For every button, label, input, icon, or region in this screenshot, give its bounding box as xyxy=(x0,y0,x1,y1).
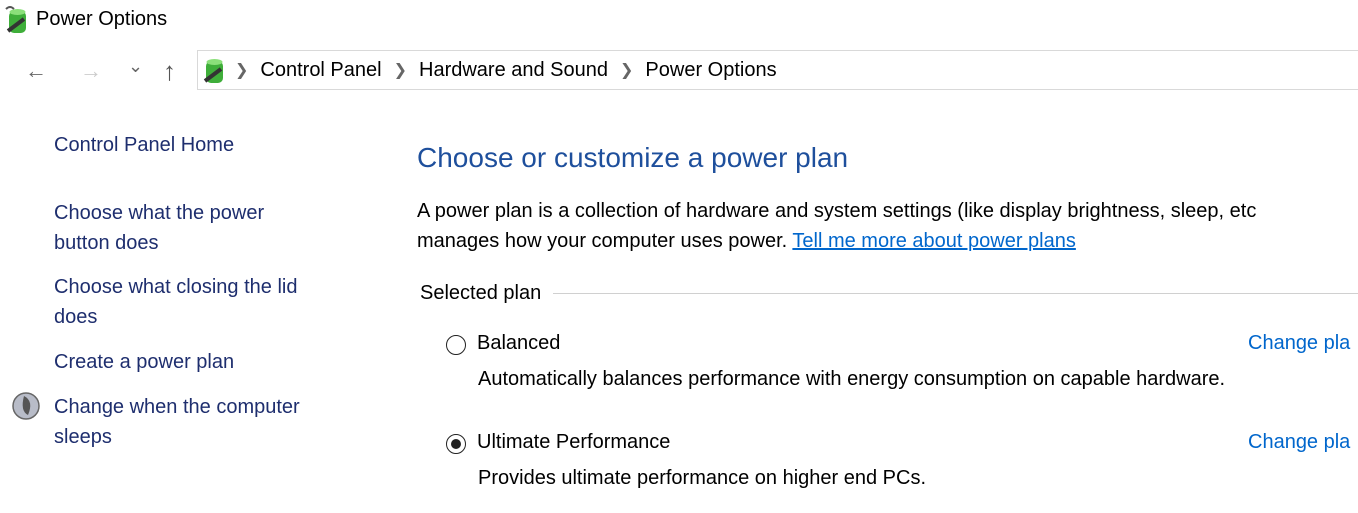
sidebar-change-sleep[interactable]: Change when the computer sleeps xyxy=(54,392,300,452)
up-button[interactable]: ↑ xyxy=(163,56,176,87)
breadcrumb-hardware-and-sound[interactable]: Hardware and Sound xyxy=(419,59,608,82)
sidebar-closing-lid[interactable]: Choose what closing the lid does xyxy=(54,272,297,332)
power-options-icon xyxy=(203,59,223,83)
chevron-right-icon: ❯ xyxy=(393,62,407,79)
back-button[interactable]: ← xyxy=(25,58,47,84)
link-line: Change when the computer xyxy=(54,396,300,418)
breadcrumb-power-options[interactable]: Power Options xyxy=(645,59,776,82)
change-plan-settings-ultimate[interactable]: Change pla xyxy=(1248,431,1350,454)
link-line: button does xyxy=(54,232,159,254)
recent-locations-button[interactable]: ⌄ xyxy=(128,56,143,77)
radio-balanced[interactable] xyxy=(446,335,466,355)
change-plan-settings-balanced[interactable]: Change pla xyxy=(1248,332,1350,355)
selected-plan-group: Selected plan xyxy=(420,282,1358,305)
description-line: A power plan is a collection of hardware… xyxy=(417,200,1257,222)
plan-name-balanced[interactable]: Balanced xyxy=(477,332,560,355)
page-title: Choose or customize a power plan xyxy=(417,142,849,173)
link-line: does xyxy=(54,306,98,328)
radio-ultimate-performance[interactable] xyxy=(446,434,466,454)
sidebar-power-button[interactable]: Choose what the power button does xyxy=(54,198,264,258)
plan-name-ultimate-performance[interactable]: Ultimate Performance xyxy=(477,431,670,454)
sidebar-control-panel-home[interactable]: Control Panel Home xyxy=(54,130,234,160)
window-title: Power Options xyxy=(36,8,168,30)
sidebar-create-plan[interactable]: Create a power plan xyxy=(54,347,234,377)
link-line: sleeps xyxy=(54,426,112,448)
group-label: Selected plan xyxy=(420,282,542,304)
description-line: manages how your computer uses power. xyxy=(417,230,793,252)
link-line: Choose what the power xyxy=(54,202,265,224)
plan-description: Automatically balances performance with … xyxy=(478,368,1226,390)
chevron-right-icon: ❯ xyxy=(620,62,634,79)
power-options-icon xyxy=(5,6,26,33)
address-bar[interactable]: ❯ Control Panel ❯ Hardware and Sound ❯ P… xyxy=(197,50,1358,90)
chevron-right-icon: ❯ xyxy=(235,62,249,79)
breadcrumb-control-panel[interactable]: Control Panel xyxy=(260,59,381,82)
moon-icon xyxy=(12,392,40,420)
learn-more-link[interactable]: Tell me more about power plans xyxy=(792,230,1075,252)
forward-button[interactable]: → xyxy=(80,58,102,84)
divider xyxy=(553,293,1358,294)
plan-description: Provides ultimate performance on higher … xyxy=(478,467,927,489)
page-description: A power plan is a collection of hardware… xyxy=(417,196,1358,256)
link-line: Choose what closing the lid xyxy=(54,276,298,298)
